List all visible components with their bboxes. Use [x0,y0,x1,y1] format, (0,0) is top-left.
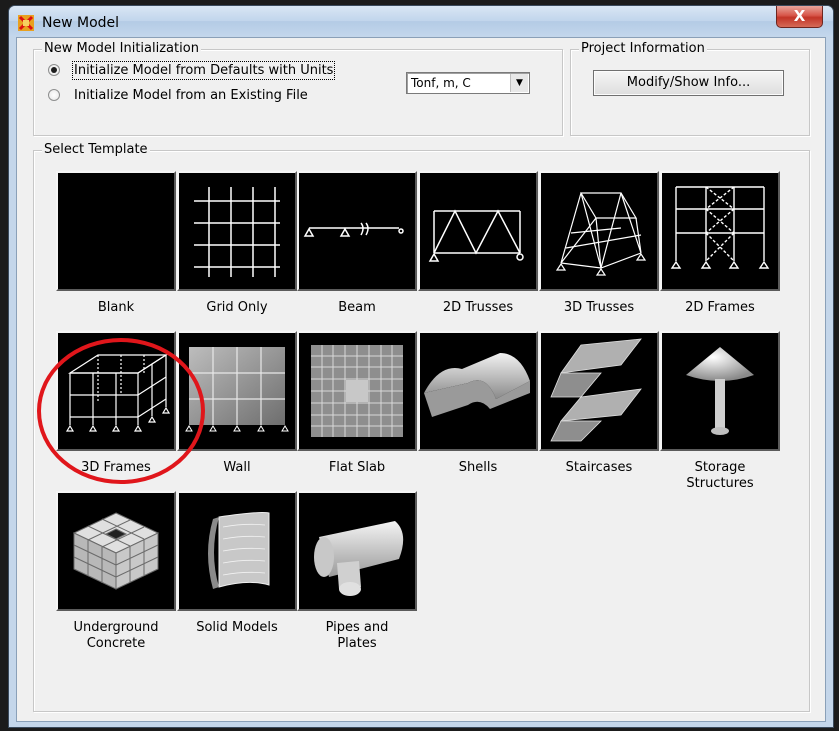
template-label: Grid Only [206,300,268,315]
pipes-icon [297,491,417,611]
shells-icon [418,331,538,451]
template-flat-slab[interactable]: Flat Slab [297,331,417,476]
project-group-title: Project Information [579,41,707,57]
chevron-down-icon[interactable]: ▼ [510,74,528,92]
radio-existing-file[interactable]: Initialize Model from an Existing File [48,86,308,104]
template-label: Staircases [565,460,633,475]
init-groupbox: New Model Initialization Initialize Mode… [33,41,563,136]
dialog-body: New Model Initialization Initialize Mode… [16,37,826,722]
template-label: Flat Slab [328,460,386,475]
template-wall[interactable]: Wall [177,331,297,476]
template-beam[interactable]: Beam [297,171,417,316]
blank-icon [56,171,176,291]
title-bar[interactable]: New Model X [9,6,833,36]
template-2d-trusses[interactable]: 2D Trusses [418,171,538,316]
new-model-dialog: New Model X New Model Initialization Ini… [8,5,834,728]
close-button[interactable]: X [776,6,823,28]
app-icon [18,15,34,31]
radio-defaults[interactable]: Initialize Model from Defaults with Unit… [48,60,336,80]
template-label: 2D Frames [685,300,755,315]
template-3d-trusses[interactable]: 3D Trusses [539,171,659,316]
template-label: 3D Trusses [563,300,635,315]
underground-icon [56,491,176,611]
units-dropdown[interactable]: Tonf, m, C ▼ [406,72,530,94]
template-label: Blank [97,300,135,315]
truss-3d-icon [539,171,659,291]
template-group-title: Select Template [42,142,150,158]
project-groupbox: Project Information Modify/Show Info... [570,41,810,136]
solid-icon [177,491,297,611]
frame-2d-icon [660,171,780,291]
radio-defaults-label: Initialize Model from Defaults with Unit… [71,60,336,80]
template-blank[interactable]: Blank [56,171,176,316]
storage-icon [660,331,780,451]
wall-icon [177,331,297,451]
units-value: Tonf, m, C [411,76,471,90]
flat-slab-icon [297,331,417,451]
template-label: Underground Concrete [73,620,159,651]
template-solid-models[interactable]: Solid Models [177,491,297,636]
template-2d-frames[interactable]: 2D Frames [660,171,780,316]
template-shells[interactable]: Shells [418,331,538,476]
template-groupbox: Select Template Blank Grid Only Beam 2D … [33,142,810,712]
template-label: Wall [223,460,251,475]
template-label: Storage Structures [686,460,754,491]
template-grid-only[interactable]: Grid Only [177,171,297,316]
staircase-icon [539,331,659,451]
template-underground-concrete[interactable]: Underground Concrete [56,491,176,652]
template-label: Pipes and Plates [325,620,389,651]
template-label: 2D Trusses [442,300,514,315]
template-storage-structures[interactable]: Storage Structures [660,331,780,492]
template-label: Shells [458,460,498,475]
modify-show-info-button[interactable]: Modify/Show Info... [593,70,784,96]
grid-icon [177,171,297,291]
truss-2d-icon [418,171,538,291]
radio-button[interactable] [48,89,60,101]
radio-button[interactable] [48,64,60,76]
beam-icon [297,171,417,291]
frame-3d-icon [56,331,176,451]
radio-existing-label: Initialize Model from an Existing File [74,87,308,103]
template-label: Solid Models [196,620,278,635]
template-label: Beam [338,300,376,315]
template-3d-frames[interactable]: 3D Frames [56,331,176,476]
template-staircases[interactable]: Staircases [539,331,659,476]
init-group-title: New Model Initialization [42,41,201,57]
window-title: New Model [42,15,120,31]
template-label: 3D Frames [81,460,151,475]
template-pipes-and-plates[interactable]: Pipes and Plates [297,491,417,652]
